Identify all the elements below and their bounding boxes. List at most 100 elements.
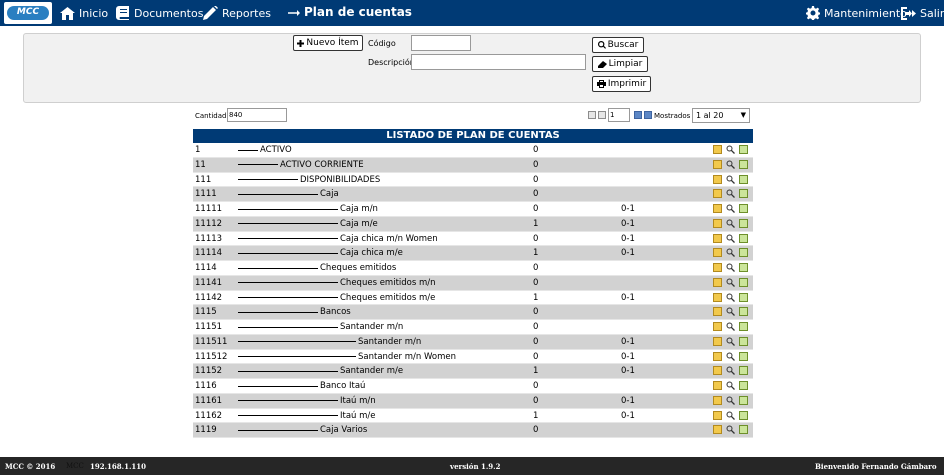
edit-icon[interactable] bbox=[713, 145, 722, 154]
clipboard-icon[interactable] bbox=[739, 366, 748, 376]
clipboard-icon[interactable] bbox=[739, 248, 748, 258]
table-row[interactable]: 11162 Itaú m/e 1 0-1 bbox=[193, 408, 753, 424]
table-row[interactable]: 1119 Caja Varios 0 bbox=[193, 423, 753, 438]
clipboard-icon[interactable] bbox=[739, 292, 748, 302]
prev-page-icon[interactable] bbox=[598, 111, 606, 119]
descripcion-input[interactable] bbox=[411, 54, 586, 70]
edit-icon[interactable] bbox=[713, 159, 722, 169]
mostrados-select[interactable]: 1 al 20 ▼ bbox=[692, 108, 750, 123]
edit-icon[interactable] bbox=[713, 366, 722, 376]
magnifier-icon[interactable] bbox=[726, 337, 735, 346]
clipboard-icon[interactable] bbox=[739, 204, 748, 213]
edit-icon[interactable] bbox=[713, 381, 722, 390]
table-row[interactable]: 1114 Cheques emitidos 0 bbox=[193, 261, 753, 276]
table-row[interactable]: 11114 Caja chica m/e 1 0-1 bbox=[193, 246, 753, 261]
table-row[interactable]: 11142 Cheques emitidos m/e 1 0-1 bbox=[193, 290, 753, 306]
magnifier-icon[interactable] bbox=[726, 366, 735, 376]
magnifier-icon[interactable] bbox=[726, 263, 735, 272]
edit-icon[interactable] bbox=[713, 322, 722, 331]
nav-inicio[interactable]: Inicio bbox=[60, 5, 108, 21]
edit-icon[interactable] bbox=[713, 351, 722, 361]
clipboard-icon[interactable] bbox=[739, 395, 748, 405]
table-row[interactable]: 1 ACTIVO 0 bbox=[193, 143, 753, 158]
magnifier-icon[interactable] bbox=[726, 322, 735, 331]
mcc-logo[interactable]: MCC bbox=[4, 2, 52, 24]
magnifier-icon[interactable] bbox=[726, 145, 735, 154]
row-value: 1 bbox=[533, 366, 539, 377]
table-row[interactable]: 11152 Santander m/e 1 0-1 bbox=[193, 364, 753, 379]
magnifier-icon[interactable] bbox=[726, 204, 735, 213]
edit-icon[interactable] bbox=[713, 189, 722, 199]
table-row[interactable]: 1115 Bancos 0 bbox=[193, 305, 753, 320]
edit-icon[interactable] bbox=[713, 174, 722, 184]
codigo-input[interactable] bbox=[411, 35, 471, 51]
clipboard-icon[interactable] bbox=[739, 277, 748, 287]
edit-icon[interactable] bbox=[713, 425, 722, 435]
clipboard-icon[interactable] bbox=[739, 322, 748, 331]
nav-salir[interactable]: Salir bbox=[901, 5, 944, 21]
magnifier-icon[interactable] bbox=[726, 234, 735, 243]
page-number-input[interactable]: 1 bbox=[608, 108, 630, 122]
table-row[interactable]: 11111 Caja m/n 0 0-1 bbox=[193, 202, 753, 217]
table-row[interactable]: 1116 Banco Itaú 0 bbox=[193, 379, 753, 394]
magnifier-icon[interactable] bbox=[726, 425, 735, 435]
table-row[interactable]: 111512 Santander m/n Women 0 0-1 bbox=[193, 349, 753, 365]
table-row[interactable]: 11151 Santander m/n 0 bbox=[193, 320, 753, 335]
clipboard-icon[interactable] bbox=[739, 381, 748, 390]
magnifier-icon[interactable] bbox=[726, 219, 735, 228]
clipboard-icon[interactable] bbox=[739, 159, 748, 169]
clipboard-icon[interactable] bbox=[739, 145, 748, 154]
edit-icon[interactable] bbox=[713, 248, 722, 258]
magnifier-icon[interactable] bbox=[726, 189, 735, 199]
clipboard-icon[interactable] bbox=[739, 336, 748, 346]
magnifier-icon[interactable] bbox=[726, 248, 735, 258]
clipboard-icon[interactable] bbox=[739, 189, 748, 199]
clipboard-icon[interactable] bbox=[739, 233, 748, 243]
edit-icon[interactable] bbox=[713, 204, 722, 213]
edit-icon[interactable] bbox=[713, 395, 722, 405]
clipboard-icon[interactable] bbox=[739, 425, 748, 435]
next-page-icon[interactable] bbox=[634, 111, 642, 119]
edit-icon[interactable] bbox=[713, 233, 722, 243]
clipboard-icon[interactable] bbox=[739, 410, 748, 420]
magnifier-icon[interactable] bbox=[726, 160, 735, 169]
magnifier-icon[interactable] bbox=[726, 278, 735, 287]
clipboard-icon[interactable] bbox=[739, 307, 748, 317]
book-icon bbox=[116, 6, 129, 20]
table-row[interactable]: 111511 Santander m/n 0 0-1 bbox=[193, 334, 753, 350]
clipboard-icon[interactable] bbox=[739, 174, 748, 184]
nav-mantenimiento[interactable]: Mantenimiento bbox=[806, 5, 907, 21]
new-item-button[interactable]: Nuevo Ítem bbox=[293, 35, 363, 51]
table-row[interactable]: 11161 Itaú m/n 0 0-1 bbox=[193, 393, 753, 409]
clipboard-icon[interactable] bbox=[739, 218, 748, 228]
magnifier-icon[interactable] bbox=[726, 396, 735, 405]
magnifier-icon[interactable] bbox=[726, 352, 735, 361]
magnifier-icon[interactable] bbox=[726, 381, 735, 390]
table-row[interactable]: 11141 Cheques emitidos m/n 0 bbox=[193, 275, 753, 291]
table-row[interactable]: 11 ACTIVO CORRIENTE 0 bbox=[193, 157, 753, 173]
nav-documentos[interactable]: Documentos bbox=[116, 5, 203, 21]
limpiar-button[interactable]: Limpiar bbox=[592, 56, 648, 72]
table-row[interactable]: 11113 Caja chica m/n Women 0 0-1 bbox=[193, 231, 753, 247]
magnifier-icon[interactable] bbox=[726, 293, 735, 302]
table-row[interactable]: 11112 Caja m/e 1 0-1 bbox=[193, 216, 753, 232]
table-row[interactable]: 111 DISPONIBILIDADES 0 bbox=[193, 172, 753, 188]
last-page-icon[interactable] bbox=[644, 111, 652, 119]
first-page-icon[interactable] bbox=[588, 111, 596, 119]
imprimir-button[interactable]: Imprimir bbox=[592, 76, 651, 92]
clipboard-icon[interactable] bbox=[739, 263, 748, 272]
edit-icon[interactable] bbox=[713, 336, 722, 346]
magnifier-icon[interactable] bbox=[726, 175, 735, 184]
edit-icon[interactable] bbox=[713, 292, 722, 302]
magnifier-icon[interactable] bbox=[726, 411, 735, 420]
table-row[interactable]: 1111 Caja 0 bbox=[193, 187, 753, 202]
edit-icon[interactable] bbox=[713, 410, 722, 420]
edit-icon[interactable] bbox=[713, 218, 722, 228]
edit-icon[interactable] bbox=[713, 307, 722, 317]
buscar-button[interactable]: Buscar bbox=[592, 37, 644, 53]
nav-reportes[interactable]: Reportes bbox=[203, 5, 271, 21]
edit-icon[interactable] bbox=[713, 263, 722, 272]
edit-icon[interactable] bbox=[713, 277, 722, 287]
clipboard-icon[interactable] bbox=[739, 351, 748, 361]
magnifier-icon[interactable] bbox=[726, 307, 735, 317]
